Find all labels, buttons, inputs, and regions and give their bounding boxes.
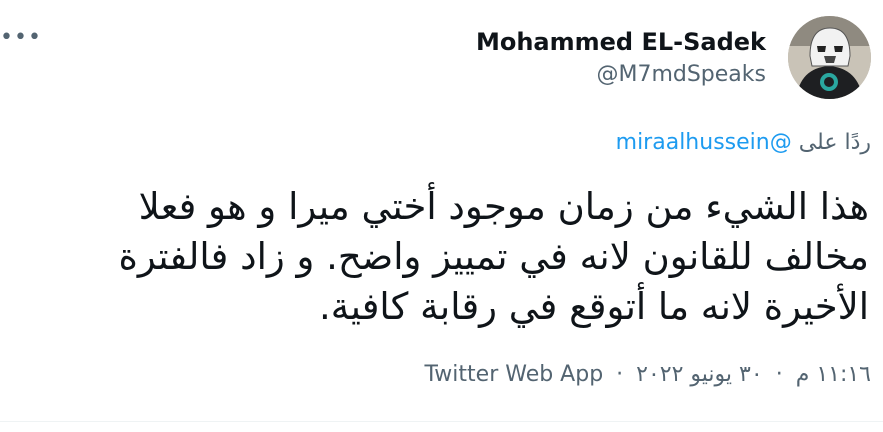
meta-separator: · (616, 362, 624, 387)
tweet-source-app[interactable]: Twitter Web App (425, 362, 604, 387)
tweet-metadata: ١١:١٦ م · ٣٠ يونيو ٢٠٢٢ · Twitter Web Ap… (425, 362, 872, 387)
tweet-header: Mohammed EL-Sadek @M7mdSpeaks (476, 16, 871, 99)
more-options-icon[interactable]: ••• (0, 27, 42, 49)
tweet-date[interactable]: ٣٠ يونيو ٢٠٢٢ (636, 362, 763, 387)
author-names: Mohammed EL-Sadek @M7mdSpeaks (476, 27, 766, 90)
replying-to: ردًا على @miraalhussein (616, 130, 871, 155)
author-display-name[interactable]: Mohammed EL-Sadek (476, 27, 766, 57)
replying-to-handle-link[interactable]: @miraalhussein (616, 130, 792, 155)
avatar-image (788, 16, 871, 99)
tweet-time[interactable]: ١١:١٦ م (796, 362, 871, 387)
divider (0, 421, 883, 422)
avatar[interactable] (788, 16, 871, 99)
tweet-text: هذا الشيء من زمان موجود أختي ميرا و هو ف… (118, 185, 869, 328)
author-handle[interactable]: @M7mdSpeaks (476, 60, 766, 90)
meta-separator: · (775, 362, 783, 387)
replying-to-label: ردًا على (798, 130, 871, 155)
